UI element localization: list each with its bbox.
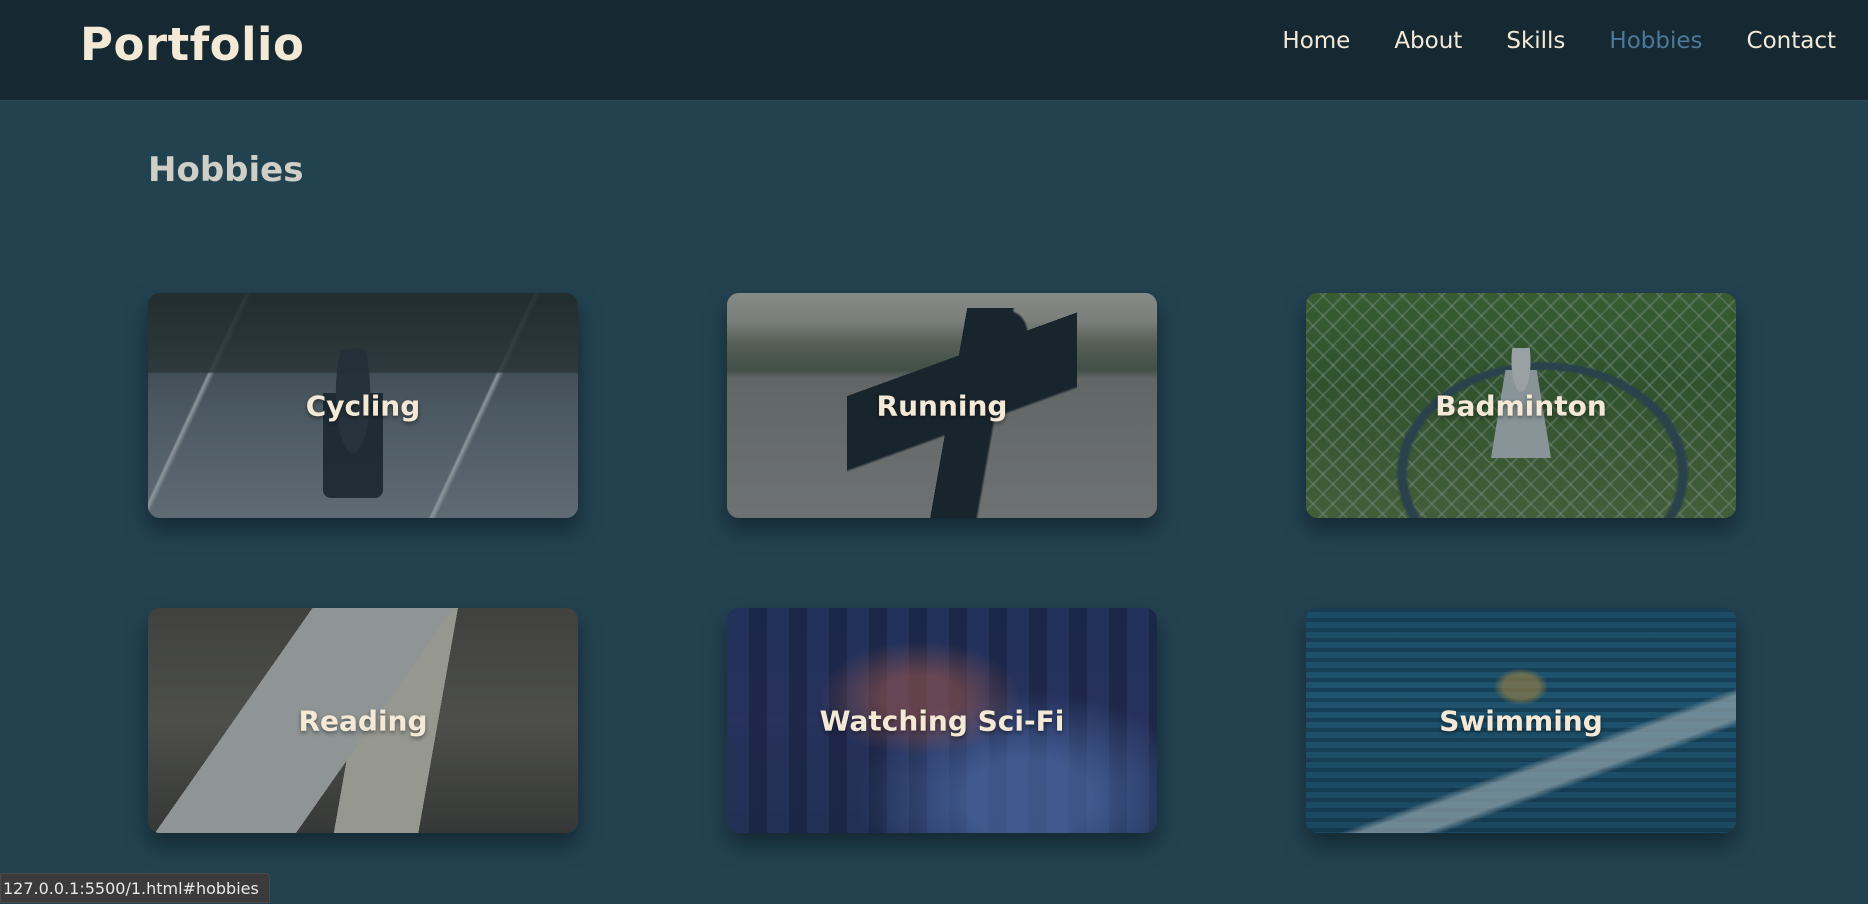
hobby-card-label: Reading (298, 704, 428, 737)
hobby-card-cycling[interactable]: Cycling (148, 293, 578, 518)
hobby-card-badminton[interactable]: Badminton (1306, 293, 1736, 518)
nav-link-hobbies[interactable]: Hobbies (1609, 28, 1702, 54)
nav-link-skills[interactable]: Skills (1506, 28, 1565, 54)
nav-link-home[interactable]: Home (1282, 28, 1350, 54)
hobby-card-label: Badminton (1435, 389, 1607, 422)
hobby-card-reading[interactable]: Reading (148, 608, 578, 833)
nav-links: Home About Skills Hobbies Contact (1282, 28, 1836, 54)
hobby-card-swimming[interactable]: Swimming (1306, 608, 1736, 833)
section-title: Hobbies (148, 150, 304, 190)
hobby-card-running[interactable]: Running (727, 293, 1157, 518)
hobby-card-label: Swimming (1439, 704, 1603, 737)
brand-logo[interactable]: Portfolio (80, 18, 304, 71)
navbar: Portfolio Home About Skills Hobbies Cont… (0, 0, 1868, 101)
hobby-card-label: Running (876, 389, 1008, 422)
hobby-card-watching-scifi[interactable]: Watching Sci-Fi (727, 608, 1157, 833)
hobby-card-label: Watching Sci-Fi (819, 704, 1065, 737)
status-bar-url: 127.0.0.1:5500/1.html#hobbies (0, 873, 270, 903)
nav-link-about[interactable]: About (1394, 28, 1462, 54)
hobby-card-label: Cycling (305, 389, 421, 422)
nav-link-contact[interactable]: Contact (1747, 28, 1836, 54)
